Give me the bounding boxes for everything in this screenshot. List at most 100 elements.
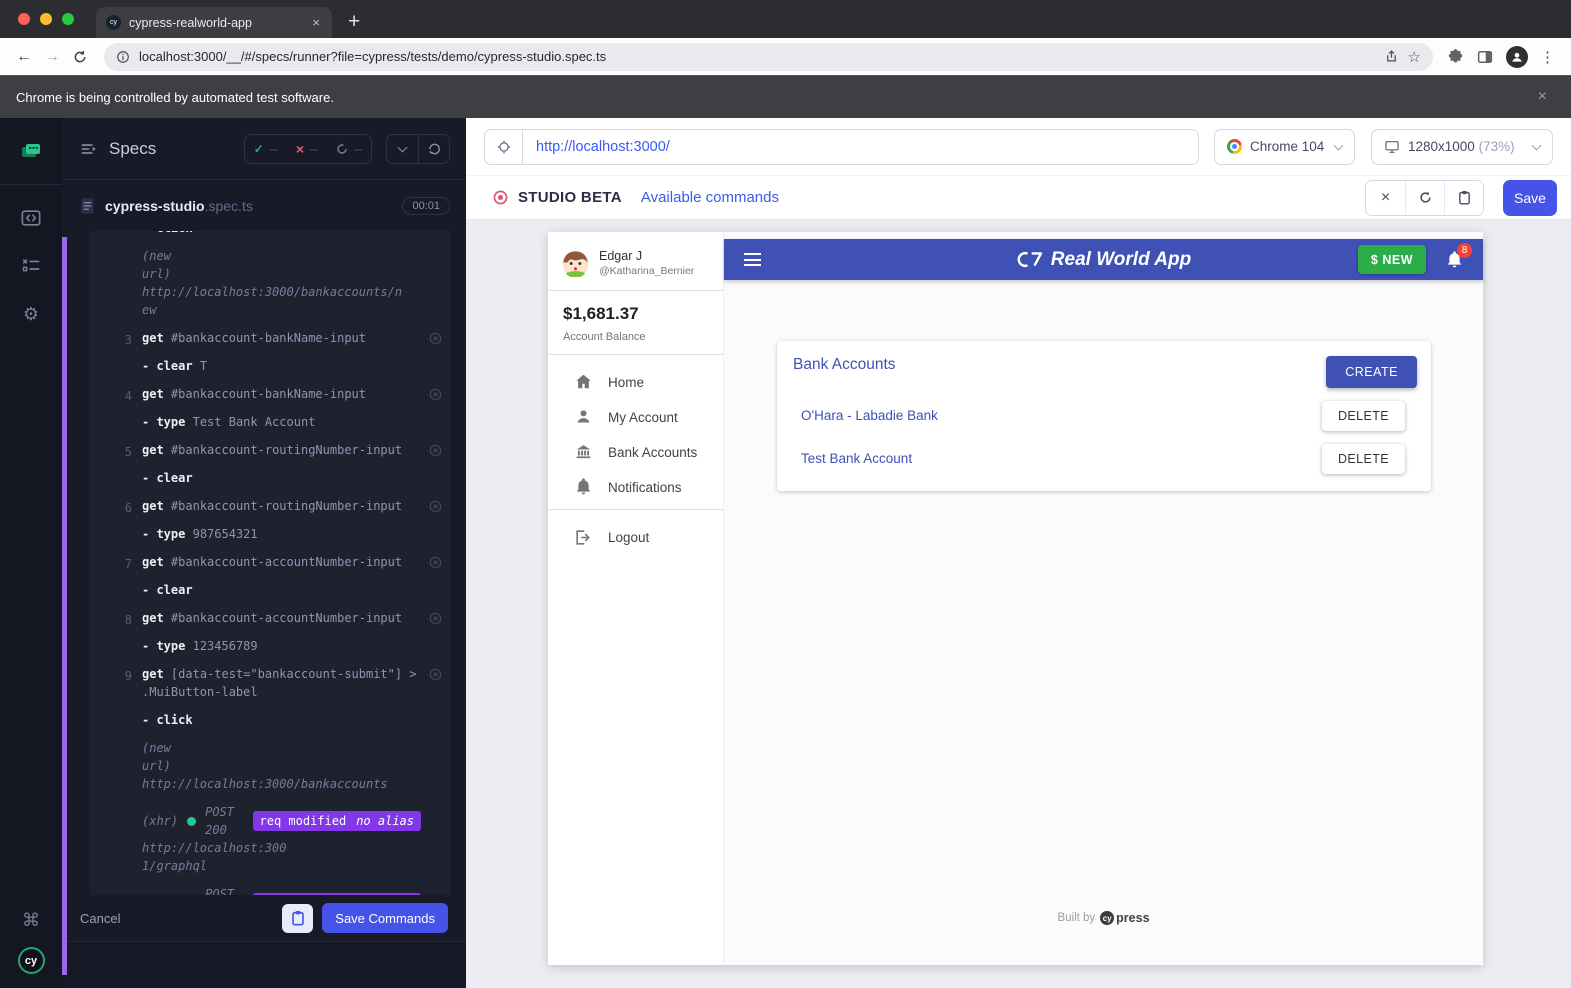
aut-url-input[interactable] <box>523 129 1198 164</box>
remove-command-icon[interactable] <box>429 388 442 406</box>
sidebar-item-logout[interactable]: Logout <box>548 520 723 555</box>
account-balance-label: Account Balance <box>563 331 646 343</box>
keyboard-shortcuts-icon[interactable]: ⌘ <box>22 910 40 931</box>
remove-command-icon[interactable] <box>429 500 442 518</box>
account-list: O'Hara - Labadie Bank DELETE Test Bank Acc… <box>777 394 1431 480</box>
cypress-logo[interactable]: cy <box>17 947 45 974</box>
command-name: type <box>156 639 186 653</box>
footer-prefix: Built by <box>1057 912 1096 924</box>
cancel-button[interactable]: Cancel <box>80 911 120 926</box>
forward-button[interactable]: → <box>38 43 66 71</box>
log-command-get[interactable]: 3 get #bankaccount-bankName-input <box>90 324 451 352</box>
log-command-child[interactable]: - click <box>90 706 451 734</box>
close-window-button[interactable] <box>18 13 30 25</box>
specs-menu-icon[interactable] <box>80 141 99 157</box>
studio-save-button[interactable]: Save <box>1503 179 1557 216</box>
remove-command-icon[interactable] <box>429 612 442 630</box>
remove-command-icon[interactable] <box>429 556 442 574</box>
bookmark-star-icon[interactable]: ☆ <box>1408 48 1421 66</box>
command-arg: 987654321 <box>192 527 258 541</box>
log-command-child[interactable]: - type 987654321 <box>90 520 451 548</box>
log-command-get[interactable]: 6 get #bankaccount-routingNumber-input <box>90 492 451 520</box>
command-log: - click (new url) http://localhost:3000/ba… <box>90 231 451 895</box>
studio-restart-icon[interactable] <box>1405 180 1444 215</box>
omnibox[interactable]: localhost:3000/__/#/specs/runner?file=cy… <box>104 42 1433 71</box>
studio-copy-icon[interactable] <box>1444 180 1483 215</box>
command-name: type <box>156 415 186 429</box>
xhr-status: POST 200 <box>205 887 235 895</box>
command-number: 5 <box>124 445 132 459</box>
rail-runs-icon[interactable] <box>0 249 62 283</box>
copy-commands-button[interactable] <box>282 903 314 933</box>
xhr-badge: req modified no alias <box>252 811 421 831</box>
address-url[interactable]: localhost:3000/__/#/specs/runner?file=cy… <box>139 49 1375 64</box>
notifications-bell[interactable]: 8 <box>1443 242 1472 271</box>
stat-passed: ✓ -- <box>253 141 278 156</box>
studio-close-icon[interactable]: × <box>1366 180 1405 215</box>
rail-code-icon[interactable] <box>0 201 62 235</box>
banner-close-icon[interactable]: × <box>1538 88 1555 106</box>
reload-button[interactable] <box>66 43 94 71</box>
bank-account-link[interactable]: O'Hara - Labadie Bank <box>801 408 938 423</box>
spec-row[interactable]: cypress-studio.spec.ts 00:01 <box>62 180 466 231</box>
bank-account-link[interactable]: Test Bank Account <box>801 451 912 466</box>
log-command-get[interactable]: 8 get #bankaccount-accountNumber-input <box>90 604 451 632</box>
maximize-window-button[interactable] <box>62 13 74 25</box>
sidebar-item-notifications[interactable]: Notifications <box>548 470 723 505</box>
log-command-child[interactable]: - type 123456789 <box>90 632 451 660</box>
tab-close-icon[interactable]: × <box>310 15 322 30</box>
log-command-get[interactable]: 4 get #bankaccount-bankName-input <box>90 380 451 408</box>
selector-playground-icon[interactable] <box>485 129 523 164</box>
sidebar-item-home[interactable]: Home <box>548 365 723 400</box>
browser-select[interactable]: Chrome 104 <box>1214 128 1355 165</box>
rwa-logo-icon <box>1017 251 1042 268</box>
log-command-get[interactable]: 9 get [data-test="bankaccount-submit"] > … <box>90 660 451 706</box>
log-command-get[interactable]: 7 get #bankaccount-accountNumber-input <box>90 548 451 576</box>
viewport-select[interactable]: 1280x1000 (73%) <box>1371 128 1553 165</box>
rail-divider <box>0 184 62 185</box>
site-info-icon[interactable] <box>116 50 130 64</box>
sidebar-item-my-account[interactable]: My Account <box>548 400 723 435</box>
log-command-child[interactable]: - clear T <box>90 352 451 380</box>
browser-menu-icon[interactable]: ⋮ <box>1540 48 1555 66</box>
available-commands-link[interactable]: Available commands <box>641 189 779 206</box>
cypress-brand[interactable]: cy press <box>1100 911 1150 925</box>
rail-settings-icon[interactable]: ⚙ <box>0 297 62 331</box>
log-command-get[interactable]: 5 get #bankaccount-routingNumber-input <box>90 436 451 464</box>
sidebar-item-label: Home <box>608 375 645 390</box>
minimize-window-button[interactable] <box>40 13 52 25</box>
new-transaction-button[interactable]: $ NEW <box>1357 245 1426 274</box>
log-command-child[interactable]: - type Test Bank Account <box>90 408 451 436</box>
command-dash: - <box>142 471 157 485</box>
log-command-child[interactable]: - click <box>90 231 451 242</box>
user-block[interactable]: Edgar J @Katharina_Bernier <box>548 232 723 290</box>
automation-banner-text: Chrome is being controlled by automated … <box>16 89 334 105</box>
side-panel-icon[interactable] <box>1476 48 1494 66</box>
browser-profile-avatar[interactable] <box>1506 45 1528 68</box>
share-icon[interactable] <box>1384 49 1399 64</box>
remove-command-icon[interactable] <box>429 444 442 462</box>
command-number: 8 <box>124 613 132 627</box>
extensions-icon[interactable] <box>1447 48 1464 65</box>
log-command-child[interactable]: - clear <box>90 464 451 492</box>
rail-tests-icon[interactable] <box>0 134 62 168</box>
log-command-child[interactable]: - clear <box>90 576 451 604</box>
rerun-icon[interactable] <box>418 134 449 163</box>
collapse-chevron-icon[interactable] <box>387 135 418 163</box>
delete-button[interactable]: DELETE <box>1321 443 1405 474</box>
remove-command-icon[interactable] <box>429 668 442 686</box>
browser-tab[interactable]: cy cypress-realworld-app × <box>96 7 332 38</box>
command-selector: #bankaccount-bankName-input <box>170 331 366 345</box>
delete-button[interactable]: DELETE <box>1321 400 1405 431</box>
create-button[interactable]: CREATE <box>1326 356 1417 388</box>
log-event-xhr: (xhr) POST 200 req modified no alias http://… <box>90 798 451 880</box>
stat-pending: -- <box>327 142 371 156</box>
new-tab-button[interactable]: + <box>348 10 360 34</box>
command-arg: 123456789 <box>192 639 258 653</box>
hamburger-menu-icon[interactable] <box>744 253 761 266</box>
back-button[interactable]: ← <box>10 43 38 71</box>
save-commands-button[interactable]: Save Commands <box>322 903 448 933</box>
remove-command-icon[interactable] <box>429 332 442 350</box>
command-number: 4 <box>124 389 132 403</box>
sidebar-item-bank-accounts[interactable]: Bank Accounts <box>548 435 723 470</box>
